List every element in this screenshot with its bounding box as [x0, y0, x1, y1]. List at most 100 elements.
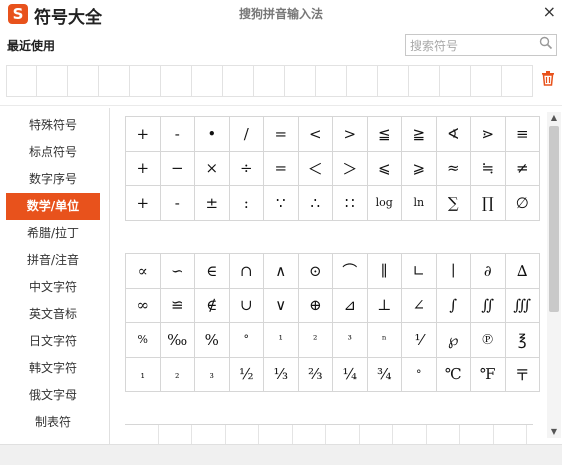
- symbol-cell[interactable]: ℉: [470, 356, 506, 392]
- symbol-cell[interactable]: ∏: [470, 185, 506, 221]
- symbol-cell[interactable]: ℥: [504, 322, 540, 358]
- symbol-cell[interactable]: [259, 425, 293, 445]
- sidebar-item-chinese-chars[interactable]: 中文字符: [6, 274, 100, 301]
- symbol-cell[interactable]: ÷: [228, 150, 264, 186]
- symbol-cell[interactable]: °: [228, 322, 264, 358]
- symbol-cell[interactable]: ≒: [470, 150, 506, 186]
- sidebar-item-special-symbols[interactable]: 特殊符号: [6, 112, 100, 139]
- search-icon[interactable]: [539, 36, 553, 54]
- symbol-cell[interactable]: ∂: [470, 253, 506, 289]
- symbol-cell[interactable]: ⁿ: [366, 322, 402, 358]
- symbol-cell[interactable]: ₁: [125, 356, 161, 392]
- symbol-cell[interactable]: +: [125, 185, 161, 221]
- symbol-cell[interactable]: ₂: [159, 356, 195, 392]
- symbol-cell[interactable]: ∵: [263, 185, 299, 221]
- recent-slot[interactable]: [502, 65, 533, 97]
- symbol-cell[interactable]: +: [125, 150, 161, 186]
- symbol-cell[interactable]: >: [332, 116, 368, 152]
- symbol-cell[interactable]: [125, 425, 159, 445]
- recent-slot[interactable]: [285, 65, 316, 97]
- symbol-cell[interactable]: ⅓: [263, 356, 299, 392]
- symbol-cell[interactable]: ≈: [435, 150, 471, 186]
- sidebar-item-box-drawing[interactable]: 制表符: [6, 409, 100, 436]
- symbol-cell[interactable]: ∠: [401, 287, 437, 323]
- symbol-cell[interactable]: ⊙: [297, 253, 333, 289]
- symbol-cell[interactable]: ∭: [504, 287, 540, 323]
- symbol-cell[interactable]: ∨: [263, 287, 299, 323]
- symbol-cell[interactable]: ℘: [435, 322, 471, 358]
- symbol-cell[interactable]: ±: [194, 185, 230, 221]
- symbol-cell[interactable]: [159, 425, 192, 445]
- symbol-cell[interactable]: =: [263, 116, 299, 152]
- symbol-cell[interactable]: ∅: [504, 185, 540, 221]
- symbol-cell[interactable]: ²: [297, 322, 333, 358]
- symbol-cell[interactable]: ∬: [470, 287, 506, 323]
- symbol-cell[interactable]: ℃: [435, 356, 471, 392]
- symbol-cell[interactable]: +: [125, 116, 161, 152]
- symbol-cell[interactable]: ∩: [228, 253, 264, 289]
- symbol-cell[interactable]: ¾: [366, 356, 402, 392]
- symbol-cell[interactable]: ⩾: [401, 150, 437, 186]
- symbol-cell[interactable]: %: [125, 322, 161, 358]
- symbol-cell[interactable]: [393, 425, 427, 445]
- symbol-cell[interactable]: °: [401, 356, 437, 392]
- symbol-cell[interactable]: ln: [401, 185, 437, 221]
- symbol-cell[interactable]: -: [159, 116, 195, 152]
- search-box[interactable]: [405, 34, 557, 56]
- symbol-cell[interactable]: <: [297, 116, 333, 152]
- symbol-cell[interactable]: ∢: [435, 116, 471, 152]
- sidebar-item-pinyin-zhuyin[interactable]: 拼音/注音: [6, 247, 100, 274]
- trash-icon[interactable]: [541, 70, 557, 86]
- scrollbar-thumb[interactable]: [549, 126, 559, 312]
- symbol-cell[interactable]: /: [228, 116, 264, 152]
- symbol-cell[interactable]: ∈: [194, 253, 230, 289]
- sidebar-item-punctuation[interactable]: 标点符号: [6, 139, 100, 166]
- symbol-cell[interactable]: [494, 425, 527, 445]
- recent-slot[interactable]: [6, 65, 37, 97]
- recent-slot[interactable]: [192, 65, 223, 97]
- symbol-cell[interactable]: ₃: [194, 356, 230, 392]
- symbol-cell[interactable]: ⊿: [332, 287, 368, 323]
- symbol-cell[interactable]: =: [263, 150, 299, 186]
- recent-slot[interactable]: [409, 65, 440, 97]
- symbol-cell[interactable]: ∞: [125, 287, 161, 323]
- recent-slot[interactable]: [378, 65, 409, 97]
- recent-slot[interactable]: [37, 65, 68, 97]
- symbol-cell[interactable]: ∟: [401, 253, 437, 289]
- recent-slot[interactable]: [440, 65, 471, 97]
- recent-slot[interactable]: [161, 65, 192, 97]
- symbol-cell[interactable]: ∣: [435, 253, 471, 289]
- symbol-cell[interactable]: ‰: [159, 322, 195, 358]
- symbol-cell[interactable]: ∝: [125, 253, 161, 289]
- symbol-cell[interactable]: [326, 425, 360, 445]
- symbol-cell[interactable]: ∉: [194, 287, 230, 323]
- symbol-cell[interactable]: ⊥: [366, 287, 402, 323]
- symbol-cell[interactable]: [360, 425, 393, 445]
- search-input[interactable]: [410, 37, 538, 55]
- symbol-cell[interactable]: ∫: [435, 287, 471, 323]
- sidebar-item-english-phonetics[interactable]: 英文音标: [6, 301, 100, 328]
- symbol-cell[interactable]: ×: [194, 150, 230, 186]
- symbol-cell[interactable]: %: [194, 322, 230, 358]
- recent-slot[interactable]: [254, 65, 285, 97]
- recent-slot[interactable]: [223, 65, 254, 97]
- symbol-cell[interactable]: -: [159, 185, 195, 221]
- sidebar-item-russian-letters[interactable]: 俄文字母: [6, 382, 100, 409]
- symbol-cell[interactable]: ＜: [297, 150, 333, 186]
- sidebar-item-korean-chars[interactable]: 韩文字符: [6, 355, 100, 382]
- symbol-cell[interactable]: [460, 425, 494, 445]
- symbol-cell[interactable]: ≧: [401, 116, 437, 152]
- symbol-cell[interactable]: ≠: [504, 150, 540, 186]
- symbol-cell[interactable]: ∥: [366, 253, 402, 289]
- symbol-cell[interactable]: ∷: [332, 185, 368, 221]
- symbol-cell[interactable]: ℗: [470, 322, 506, 358]
- scroll-up-icon[interactable]: ▲: [547, 112, 561, 124]
- sidebar-item-greek-latin[interactable]: 希腊/拉丁: [6, 220, 100, 247]
- symbol-cell[interactable]: ∽: [159, 253, 195, 289]
- symbol-cell[interactable]: [226, 425, 259, 445]
- symbol-cell[interactable]: log: [366, 185, 402, 221]
- symbol-cell[interactable]: ¼: [332, 356, 368, 392]
- symbol-cell[interactable]: ∪: [228, 287, 264, 323]
- symbol-cell[interactable]: [427, 425, 460, 445]
- recent-slot[interactable]: [99, 65, 130, 97]
